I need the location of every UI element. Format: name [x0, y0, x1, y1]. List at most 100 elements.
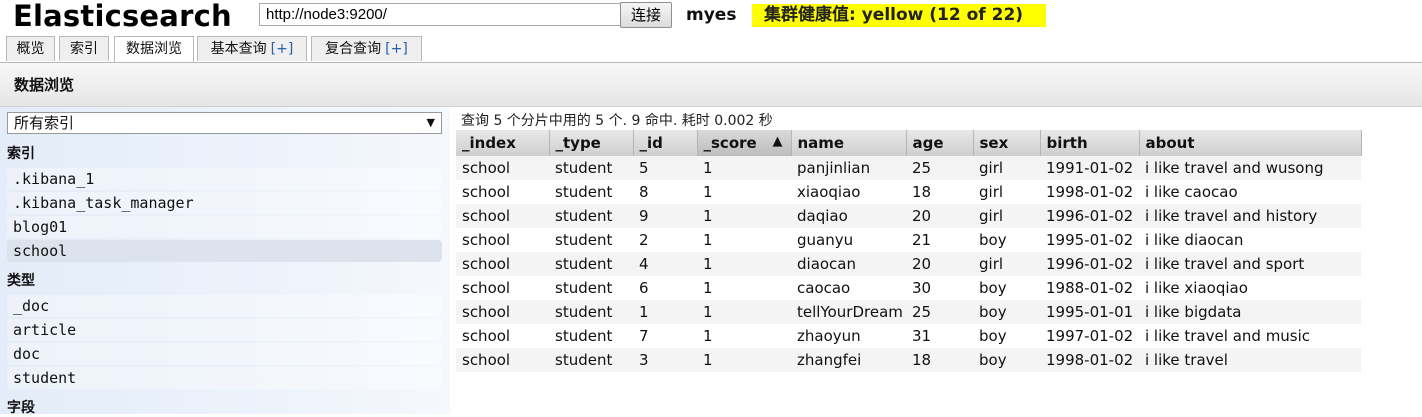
- tab-basic-query[interactable]: 基本查询 [+]: [197, 36, 307, 61]
- column-header-id[interactable]: _id: [633, 130, 698, 156]
- tab-indices[interactable]: 索引: [59, 36, 109, 61]
- cell-index: school: [456, 348, 549, 372]
- cell-about: i like travel and history: [1139, 204, 1361, 228]
- cell-sex: girl: [973, 252, 1040, 276]
- cell-birth: 1995-01-01: [1040, 300, 1139, 324]
- sidebar-item-kibana-1[interactable]: .kibana_1: [7, 168, 442, 190]
- cell-age: 25: [906, 156, 973, 180]
- section-header: 数据浏览: [0, 63, 1422, 107]
- cell-index: school: [456, 300, 549, 324]
- cell-score: 1: [697, 204, 791, 228]
- cell-birth: 1996-01-02: [1040, 252, 1139, 276]
- sidebar-item-school[interactable]: school: [7, 240, 442, 262]
- cell-age: 18: [906, 348, 973, 372]
- cell-score: 1: [697, 252, 791, 276]
- query-summary: 查询 5 个分片中用的 5 个. 9 命中. 耗时 0.002 秒: [461, 113, 773, 129]
- cell-index: school: [456, 252, 549, 276]
- cell-type: student: [549, 204, 633, 228]
- cell-age: 25: [906, 300, 973, 324]
- column-header-type[interactable]: _type: [549, 130, 634, 156]
- sidebar-item-student[interactable]: student: [7, 367, 442, 389]
- sidebar-item-article[interactable]: article: [7, 319, 442, 341]
- cell-id: 5: [633, 156, 697, 180]
- cell-age: 30: [906, 276, 973, 300]
- tab-overview[interactable]: 概览: [6, 36, 55, 61]
- cell-name: panjinlian: [791, 156, 906, 180]
- server-url-input[interactable]: [259, 3, 625, 26]
- cell-sex: boy: [973, 228, 1040, 252]
- indices-heading: 索引: [7, 146, 35, 162]
- table-row[interactable]: school student 7 1 zhaoyun 31 boy 1997-01-02 i l…: [456, 324, 1361, 348]
- cell-score: 1: [697, 348, 791, 372]
- cluster-name: myes: [686, 5, 737, 25]
- app-title: Elasticsearch: [13, 0, 232, 33]
- column-header-sex[interactable]: sex: [973, 130, 1041, 156]
- cell-name: guanyu: [791, 228, 906, 252]
- expand-marker: [+]: [385, 41, 408, 57]
- tab-browser[interactable]: 数据浏览: [114, 36, 194, 62]
- cell-type: student: [549, 276, 633, 300]
- cell-score: 1: [697, 300, 791, 324]
- cell-age: 20: [906, 204, 973, 228]
- cell-birth: 1996-01-02: [1040, 204, 1139, 228]
- cell-sex: boy: [973, 276, 1040, 300]
- cell-age: 21: [906, 228, 973, 252]
- tab-label: 索引: [70, 41, 98, 57]
- tab-compound-query[interactable]: 复合查询 [+]: [311, 36, 422, 61]
- cell-score: 1: [697, 228, 791, 252]
- table-row[interactable]: school student 8 1 xiaoqiao 18 girl 1998-01-02 i…: [456, 180, 1361, 204]
- cell-name: xiaoqiao: [791, 180, 906, 204]
- cell-birth: 1998-01-02: [1040, 180, 1139, 204]
- cell-about: i like travel and music: [1139, 324, 1361, 348]
- sort-ascending-icon: ▲: [772, 134, 783, 149]
- index-select-value: 所有索引: [14, 114, 75, 132]
- cell-name: diaocan: [791, 252, 906, 276]
- cell-sex: boy: [973, 348, 1040, 372]
- cell-name: caocao: [791, 276, 906, 300]
- table-row[interactable]: school student 5 1 panjinlian 25 girl 1991-01-0…: [456, 156, 1361, 180]
- sidebar-item-doc-underscore[interactable]: _doc: [7, 295, 442, 317]
- cell-about: i like travel: [1139, 348, 1361, 372]
- connect-button[interactable]: 连接: [620, 2, 672, 28]
- table-row[interactable]: school student 3 1 zhangfei 18 boy 1998-01-02 i …: [456, 348, 1361, 372]
- cell-score: 1: [697, 276, 791, 300]
- cell-id: 7: [633, 324, 697, 348]
- sidebar-item-blog01[interactable]: blog01: [7, 216, 442, 238]
- cell-type: student: [549, 156, 633, 180]
- column-header-birth[interactable]: birth: [1040, 130, 1140, 156]
- cell-birth: 1988-01-02: [1040, 276, 1139, 300]
- cell-id: 1: [633, 300, 697, 324]
- cell-age: 31: [906, 324, 973, 348]
- table-row[interactable]: school student 9 1 daqiao 20 girl 1996-01-02 i l…: [456, 204, 1361, 228]
- sidebar-item-kibana-task-manager[interactable]: .kibana_task_manager: [7, 192, 442, 214]
- cell-name: daqiao: [791, 204, 906, 228]
- cell-index: school: [456, 156, 549, 180]
- cell-index: school: [456, 228, 549, 252]
- table-row[interactable]: school student 6 1 caocao 30 boy 1988-01-02 i li…: [456, 276, 1361, 300]
- cell-id: 6: [633, 276, 697, 300]
- table-row[interactable]: school student 2 1 guanyu 21 boy 1995-01-02 i li…: [456, 228, 1361, 252]
- tab-label: 数据浏览: [126, 41, 182, 57]
- column-header-about[interactable]: about: [1139, 130, 1362, 156]
- sidebar-item-doc[interactable]: doc: [7, 343, 442, 365]
- cell-score: 1: [697, 324, 791, 348]
- cell-score: 1: [697, 180, 791, 204]
- tab-label: 基本查询: [210, 41, 267, 57]
- cell-index: school: [456, 204, 549, 228]
- column-header-index[interactable]: _index: [456, 130, 550, 156]
- cell-about: i like travel and sport: [1139, 252, 1361, 276]
- table-row[interactable]: school student 4 1 diaocan 20 girl 1996-01-02 i …: [456, 252, 1361, 276]
- cell-birth: 1991-01-02: [1040, 156, 1139, 180]
- table-row[interactable]: school student 1 1 tellYourDream 25 boy 1995-01…: [456, 300, 1361, 324]
- cell-sex: girl: [973, 204, 1040, 228]
- types-heading: 类型: [7, 273, 35, 289]
- index-select[interactable]: 所有索引 ▼: [7, 112, 442, 134]
- cell-index: school: [456, 276, 549, 300]
- column-header-score[interactable]: _score ▲: [697, 130, 792, 156]
- column-header-age[interactable]: age: [906, 130, 974, 156]
- cell-type: student: [549, 252, 633, 276]
- cell-about: i like xiaoqiao: [1139, 276, 1361, 300]
- cell-id: 8: [633, 180, 697, 204]
- column-header-name[interactable]: name: [791, 130, 907, 156]
- results-table: _index _type _id _score ▲ name age sex bi…: [456, 130, 1362, 372]
